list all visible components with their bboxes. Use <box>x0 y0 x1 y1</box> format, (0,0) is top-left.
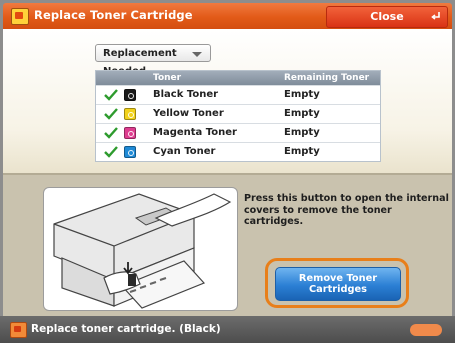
toner-name: Black Toner <box>153 89 219 100</box>
yellow-toner-icon <box>124 108 136 120</box>
table-row[interactable]: Magenta Toner Empty <box>96 123 380 142</box>
close-button[interactable]: Close <box>326 6 448 28</box>
table-row[interactable]: Black Toner Empty <box>96 85 380 104</box>
window-title: Replace Toner Cartridge <box>34 8 193 22</box>
table-header: Toner Remaining Toner <box>96 71 380 85</box>
table-row[interactable]: Yellow Toner Empty <box>96 104 380 123</box>
check-icon <box>104 108 118 120</box>
close-button-label: Close <box>370 10 404 23</box>
toner-name: Yellow Toner <box>153 108 224 119</box>
check-icon <box>104 89 118 101</box>
instruction-text: Press this button to open the internal c… <box>244 193 449 227</box>
remove-button-label-line1: Remove Toner <box>298 273 378 284</box>
black-toner-icon <box>124 89 136 101</box>
guidance-area: Press this button to open the internal c… <box>3 173 452 318</box>
table-row[interactable]: Cyan Toner Empty <box>96 142 380 161</box>
toner-name: Magenta Toner <box>153 127 237 138</box>
toner-remaining: Empty <box>284 146 320 157</box>
status-bar: Replace toner cartridge. (Black) <box>0 316 455 343</box>
printer-illustration-icon <box>53 193 232 309</box>
window: Replace Toner Cartridge Close Replacemen… <box>0 0 455 343</box>
replacement-filter-dropdown[interactable]: Replacement Needed <box>95 44 211 77</box>
toner-cartridge-icon <box>11 8 29 25</box>
toner-remaining: Empty <box>284 127 320 138</box>
toner-remaining: Empty <box>284 108 320 119</box>
remove-button-highlight: Remove Toner Cartridges <box>265 258 409 308</box>
column-header-remaining: Remaining Toner <box>284 73 370 83</box>
cyan-toner-icon <box>124 146 136 158</box>
toner-warning-icon <box>10 322 27 338</box>
remove-button-label-line2: Cartridges <box>308 284 367 295</box>
toner-table: Toner Remaining Toner Black Toner Empty … <box>95 70 381 162</box>
check-icon <box>104 127 118 139</box>
return-arrow-icon <box>431 12 440 20</box>
chevron-down-icon <box>192 52 202 57</box>
toner-name: Cyan Toner <box>153 146 216 157</box>
status-indicator[interactable] <box>410 324 442 336</box>
main-panel: Replacement Needed Toner Remaining Toner… <box>3 29 452 173</box>
printer-illustration <box>43 187 238 311</box>
magenta-toner-icon <box>124 127 136 139</box>
check-icon <box>104 146 118 158</box>
toner-remaining: Empty <box>284 89 320 100</box>
title-bar: Replace Toner Cartridge Close <box>3 3 452 29</box>
status-message: Replace toner cartridge. (Black) <box>31 323 221 335</box>
remove-toner-cartridges-button[interactable]: Remove Toner Cartridges <box>275 267 401 301</box>
column-header-toner: Toner <box>153 73 182 83</box>
